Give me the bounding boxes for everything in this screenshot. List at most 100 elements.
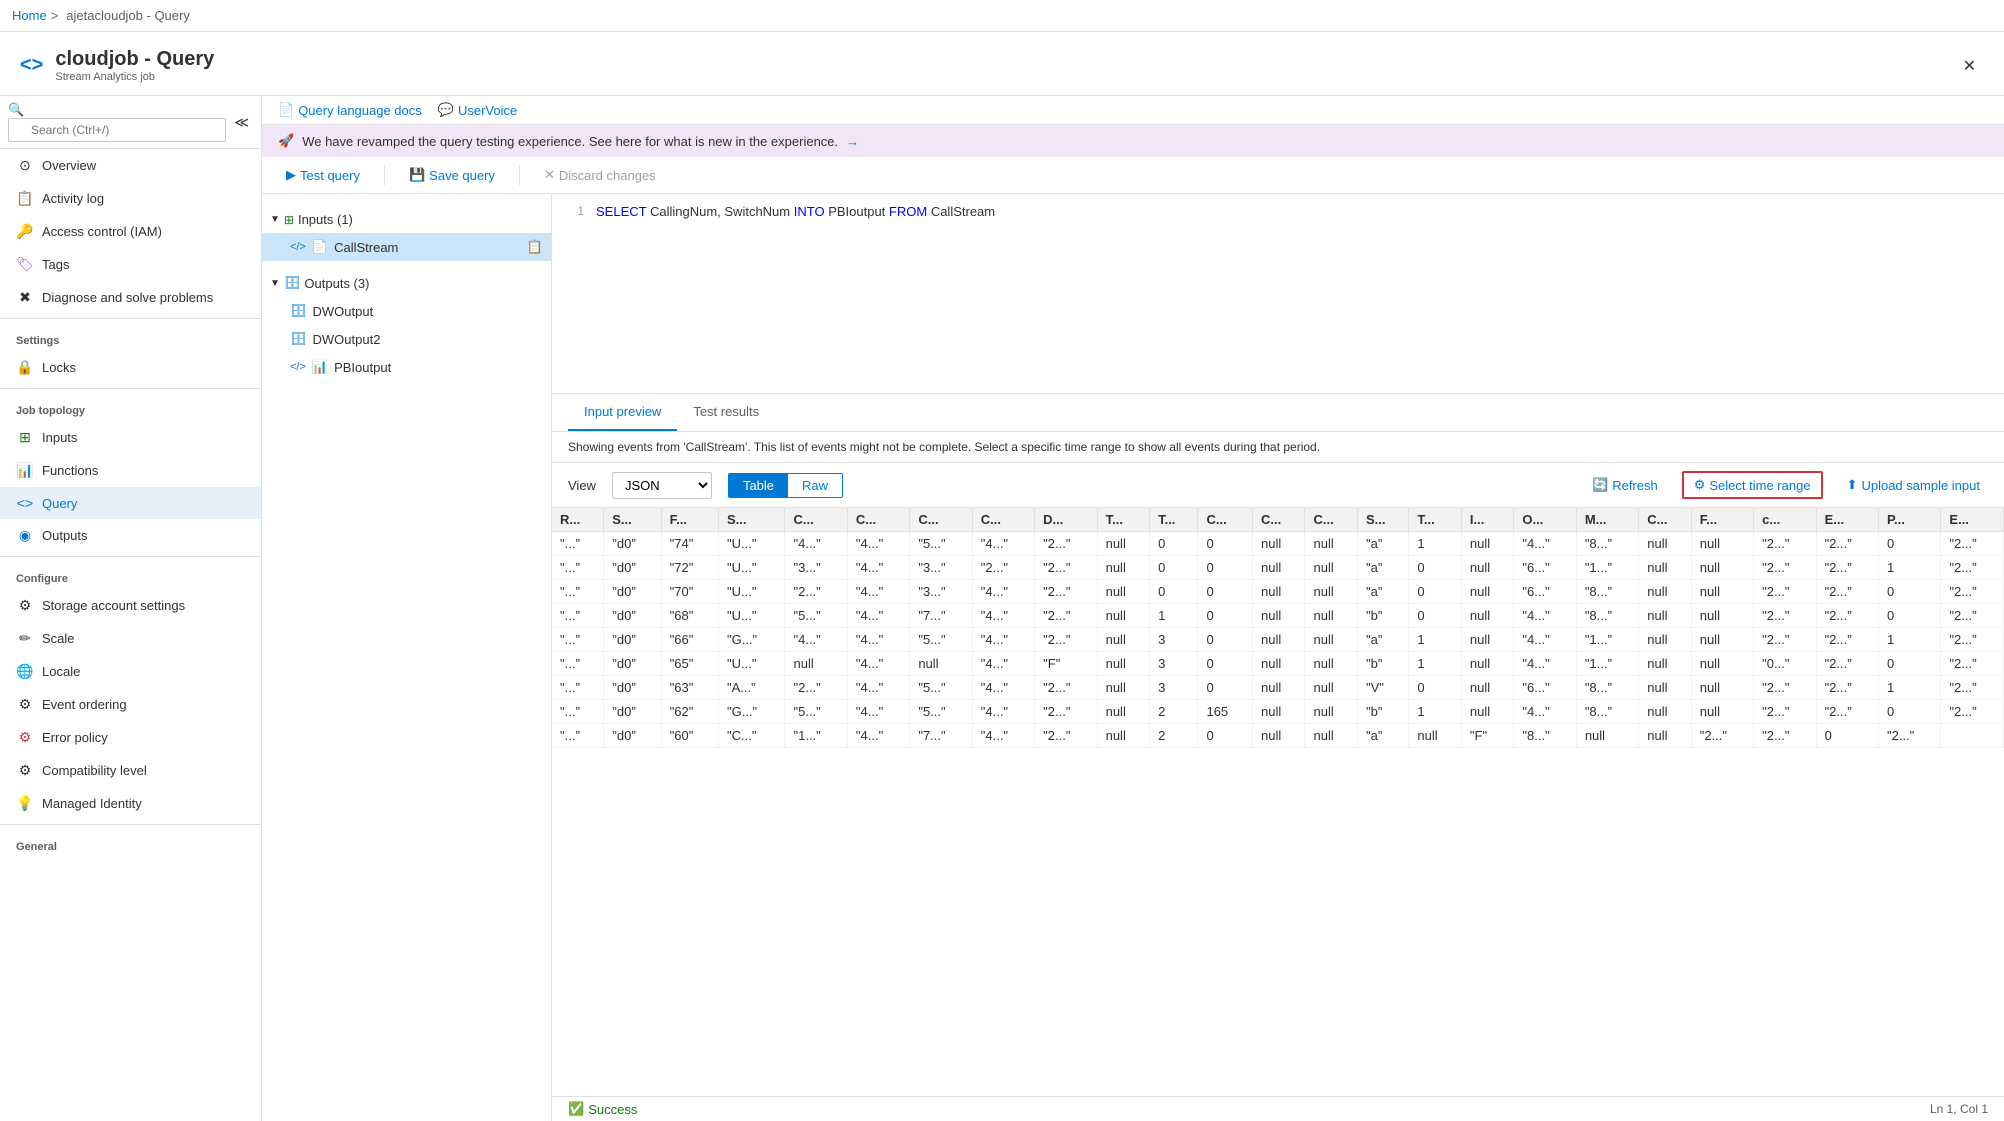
sidebar-item-activity-log[interactable]: 📋 Activity log xyxy=(0,182,261,215)
sidebar-item-access-control[interactable]: 🔑 Access control (IAM) xyxy=(0,215,261,248)
table-cell: null xyxy=(1305,724,1357,748)
tab-input-preview[interactable]: Input preview xyxy=(568,394,677,431)
status-bar: ✅ Success Ln 1, Col 1 xyxy=(552,1096,2004,1121)
sidebar-item-locale[interactable]: 🌐 Locale xyxy=(0,655,261,688)
table-toggle-button[interactable]: Table xyxy=(729,474,788,497)
table-cell: "2..." xyxy=(1816,604,1878,628)
table-cell: "8..." xyxy=(1576,532,1638,556)
breadcrumb-home[interactable]: Home xyxy=(12,8,47,23)
callstream-item[interactable]: </> 📄 CallStream 📋 xyxy=(262,233,551,261)
panel-header: <> cloudjob - Query Stream Analytics job… xyxy=(0,32,2004,96)
table-cell: 0 xyxy=(1409,604,1461,628)
table-column-header: S... xyxy=(718,508,785,532)
sidebar-collapse-button[interactable]: ≪ xyxy=(230,110,253,135)
table-cell: null xyxy=(1639,532,1691,556)
sidebar-item-event-ordering[interactable]: ⚙ Event ordering xyxy=(0,688,261,721)
table-cell: null xyxy=(1097,676,1149,700)
select-time-range-button[interactable]: ⚙ Select time range xyxy=(1682,471,1823,499)
dwoutput2-item[interactable]: 🗄 DWOutput2 xyxy=(262,325,551,353)
pbioutput-code-icon: </> xyxy=(290,361,306,373)
test-query-button[interactable]: ▶ Test query xyxy=(278,163,368,187)
table-cell: "b" xyxy=(1357,652,1408,676)
uservoice-link[interactable]: 💬 UserVoice xyxy=(438,102,517,118)
upload-sample-button[interactable]: ⬆ Upload sample input xyxy=(1839,473,1988,497)
inputs-tree-icon: ⊞ xyxy=(284,213,294,227)
raw-toggle-button[interactable]: Raw xyxy=(788,474,842,497)
sidebar-item-storage[interactable]: ⚙ Storage account settings xyxy=(0,589,261,622)
results-panel: Input preview Test results Showing event… xyxy=(552,394,2004,1121)
sidebar-item-functions[interactable]: 📊 Functions xyxy=(0,454,261,487)
pbioutput-item[interactable]: </> 📊 PBIoutput xyxy=(262,353,551,381)
save-query-button[interactable]: 💾 Save query xyxy=(401,163,503,187)
close-button[interactable]: ✕ xyxy=(1955,52,1984,80)
table-column-header: R... xyxy=(552,508,604,532)
sidebar-item-inputs[interactable]: ⊞ Inputs xyxy=(0,421,261,454)
view-select[interactable]: JSON CSV AVRO xyxy=(612,472,712,499)
table-cell: "..." xyxy=(552,532,604,556)
table-cell: "4..." xyxy=(972,700,1034,724)
tab-test-results[interactable]: Test results xyxy=(677,394,775,431)
search-input[interactable] xyxy=(8,118,226,142)
table-cell: "6..." xyxy=(1514,676,1576,700)
table-cell: "F" xyxy=(1461,724,1513,748)
job-topology-section-header: Job topology xyxy=(0,393,261,421)
table-cell: null xyxy=(1305,556,1357,580)
locks-icon: 🔒 xyxy=(16,359,34,376)
query-language-docs-link[interactable]: 📄 Query language docs xyxy=(278,102,422,118)
table-cell: "2..." xyxy=(1754,700,1816,724)
dwoutput-item[interactable]: 🗄 DWOutput xyxy=(262,297,551,325)
table-cell: null xyxy=(1253,628,1305,652)
table-cell: "2..." xyxy=(1941,556,2004,580)
discard-changes-button[interactable]: ✕ Discard changes xyxy=(536,163,664,187)
sidebar-item-error-policy[interactable]: ⚙ Error policy xyxy=(0,721,261,754)
table-cell: null xyxy=(1461,580,1513,604)
sidebar-item-locks[interactable]: 🔒 Locks xyxy=(0,351,261,384)
table-cell: "2..." xyxy=(1754,676,1816,700)
table-cell: "2..." xyxy=(1754,556,1816,580)
outputs-tree-header[interactable]: ▼ 🗄 Outputs (3) xyxy=(262,269,551,297)
sidebar-item-scale[interactable]: ✏ Scale xyxy=(0,622,261,655)
table-cell: "2..." xyxy=(1035,724,1097,748)
table-column-header: F... xyxy=(661,508,718,532)
sidebar-item-outputs[interactable]: ◉ Outputs xyxy=(0,519,261,552)
sidebar-item-managed-identity[interactable]: 💡 Managed Identity xyxy=(0,787,261,820)
table-cell: "4..." xyxy=(847,724,909,748)
table-cell: "F" xyxy=(1035,652,1097,676)
table-cell: null xyxy=(1461,556,1513,580)
table-cell: "d0" xyxy=(604,628,661,652)
sidebar-item-overview[interactable]: ⊙ Overview xyxy=(0,149,261,182)
table-cell: null xyxy=(1461,532,1513,556)
table-cell: null xyxy=(1639,724,1691,748)
table-cell: "a" xyxy=(1357,580,1408,604)
outputs-tree-section: ▼ 🗄 Outputs (3) 🗄 DWOutput 🗄 DWOutput2 xyxy=(262,265,551,385)
table-cell: null xyxy=(1691,700,1753,724)
table-cell: 0 xyxy=(1409,580,1461,604)
notification-link[interactable]: → xyxy=(846,134,859,149)
inputs-icon: ⊞ xyxy=(16,429,34,446)
table-cell: "8..." xyxy=(1576,700,1638,724)
table-row: "...""d0""66""G...""4...""4...""5...""4.… xyxy=(552,628,2004,652)
table-column-header: C... xyxy=(910,508,972,532)
table-cell: "4..." xyxy=(847,580,909,604)
results-table-container[interactable]: R...S...F...S...C...C...C...C...D...T...… xyxy=(552,508,2004,1096)
table-cell: "2..." xyxy=(785,676,847,700)
table-cell: 0 xyxy=(1198,724,1253,748)
table-cell: "60" xyxy=(661,724,718,748)
refresh-button[interactable]: 🔄 Refresh xyxy=(1584,473,1666,497)
table-cell: "4..." xyxy=(847,652,909,676)
table-cell: "1..." xyxy=(785,724,847,748)
table-cell: null xyxy=(1639,652,1691,676)
table-cell: "2..." xyxy=(1035,532,1097,556)
results-table: R...S...F...S...C...C...C...C...D...T...… xyxy=(552,508,2004,748)
query-editor[interactable]: 1 SELECT CallingNum, SwitchNum INTO PBIo… xyxy=(552,194,2004,394)
sidebar-item-tags[interactable]: 🏷 Tags xyxy=(0,248,261,281)
sidebar-item-compatibility[interactable]: ⚙ Compatibility level xyxy=(0,754,261,787)
sidebar-item-diagnose[interactable]: ✖ Diagnose and solve problems xyxy=(0,281,261,314)
table-cell: "4..." xyxy=(972,676,1034,700)
table-header-row: R...S...F...S...C...C...C...C...D...T...… xyxy=(552,508,2004,532)
table-cell: 1 xyxy=(1409,652,1461,676)
table-cell: "2..." xyxy=(1816,676,1878,700)
sidebar-item-query[interactable]: <> Query xyxy=(0,487,261,519)
inputs-tree-header[interactable]: ▼ ⊞ Inputs (1) xyxy=(262,206,551,233)
docs-icon: 📄 xyxy=(278,102,294,118)
